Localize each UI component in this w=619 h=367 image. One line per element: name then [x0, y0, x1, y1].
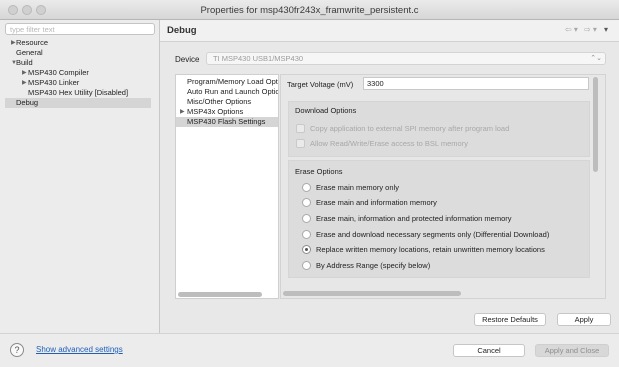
subnav-item-msp430-flash-settings[interactable]: MSP430 Flash Settings	[176, 117, 278, 127]
erase-options-group: Erase Options Erase main memory only Era…	[288, 160, 590, 278]
chevron-right-icon[interactable]: ▶	[11, 38, 17, 48]
radio-icon[interactable]	[302, 183, 311, 192]
tree-item-label: MSP430 Linker	[28, 78, 80, 87]
checkbox-icon[interactable]	[296, 139, 305, 148]
chevron-right-icon[interactable]: ▶	[22, 68, 28, 78]
by-address-range-radio[interactable]: By Address Range (specify below)	[302, 261, 430, 271]
tree-item-label: MSP430 Hex Utility [Disabled]	[28, 88, 129, 97]
differential-download-radio[interactable]: Erase and download necessary segments on…	[302, 230, 549, 240]
window-title: Properties for msp430fr243x_framwrite_pe…	[200, 5, 419, 16]
download-options-title: Download Options	[295, 106, 357, 115]
tree-item-msp430-compiler[interactable]: ▶ MSP430 Compiler	[5, 68, 151, 78]
tree-item-label: General	[16, 48, 43, 57]
option-label: Erase and download necessary segments on…	[316, 230, 550, 239]
radio-icon[interactable]	[302, 261, 311, 270]
option-label: Erase main, information and protected in…	[316, 214, 512, 223]
page-title: Debug	[167, 25, 197, 36]
option-label: Erase main and information memory	[316, 198, 437, 207]
option-label: By Address Range (specify below)	[316, 261, 431, 270]
forward-arrow-icon[interactable]: ⇨ ▾	[584, 25, 597, 34]
properties-tree: ▶ Resource General ▼ Build ▶ MSP430 Comp…	[5, 38, 151, 108]
subnav-item-label: Misc/Other Options	[187, 97, 252, 106]
help-icon[interactable]: ?	[10, 343, 24, 357]
subnav-item-label: MSP430 Flash Settings	[187, 117, 266, 126]
option-label: Allow Read/Write/Erase access to BSL mem…	[310, 139, 468, 148]
copy-to-spi-checkbox[interactable]: Copy application to external SPI memory …	[296, 124, 509, 134]
debug-category-list: Program/Memory Load Options Auto Run and…	[175, 74, 279, 299]
back-arrow-icon[interactable]: ⇦ ▾	[565, 25, 578, 34]
chevron-right-icon[interactable]: ▶	[22, 78, 28, 88]
tree-item-msp430-linker[interactable]: ▶ MSP430 Linker	[5, 78, 151, 88]
tree-item-build[interactable]: ▼ Build	[5, 58, 151, 68]
filter-field[interactable]	[5, 23, 155, 35]
radio-selected-icon[interactable]	[302, 245, 311, 254]
radio-icon[interactable]	[302, 198, 311, 207]
tree-item-label: Resource	[16, 38, 49, 47]
subnav-item-label: Program/Memory Load Options	[187, 77, 278, 86]
subnav-item-misc-other[interactable]: Misc/Other Options	[176, 97, 278, 107]
window-titlebar: Properties for msp430fr243x_framwrite_pe…	[0, 0, 619, 20]
settings-horizontal-scrollbar[interactable]	[283, 291, 461, 296]
replace-written-locations-radio[interactable]: Replace written memory locations, retain…	[302, 245, 545, 255]
tree-item-msp430-hex-utility[interactable]: MSP430 Hex Utility [Disabled]	[5, 88, 151, 98]
checkbox-icon[interactable]	[296, 124, 305, 133]
target-voltage-input[interactable]: 3300	[363, 77, 589, 90]
erase-main-info-protected-radio[interactable]: Erase main, information and protected in…	[302, 214, 512, 224]
option-label: Copy application to external SPI memory …	[310, 124, 510, 133]
subnav-item-label: Auto Run and Launch Options	[187, 87, 278, 96]
view-menu-icon[interactable]: ▾	[604, 25, 608, 34]
scrollbar-thumb[interactable]	[178, 292, 262, 297]
chevron-down-icon[interactable]: ▼	[11, 58, 17, 68]
download-options-group: Download Options Copy application to ext…	[288, 101, 590, 157]
flash-settings-panel: Target Voltage (mV) 3300 Download Option…	[280, 74, 606, 299]
tree-item-general[interactable]: General	[5, 48, 151, 58]
tree-item-resource[interactable]: ▶ Resource	[5, 38, 151, 48]
tree-item-label: MSP430 Compiler	[28, 68, 89, 77]
tree-item-debug[interactable]: Debug	[5, 98, 151, 108]
erase-options-title: Erase Options	[295, 167, 343, 176]
page-header: Debug ⇦ ▾ ⇨ ▾ ▾	[160, 20, 619, 42]
chevron-right-icon[interactable]: ▶	[180, 107, 185, 117]
subnav-horizontal-scrollbar[interactable]	[177, 292, 277, 297]
cancel-button[interactable]: Cancel	[453, 344, 525, 357]
subnav-item-label: MSP43x Options	[187, 107, 244, 116]
erase-main-only-radio[interactable]: Erase main memory only	[302, 183, 399, 193]
tree-item-label: Build	[16, 58, 33, 67]
subnav-item-msp43x-options[interactable]: ▶ MSP43x Options	[176, 107, 278, 117]
subnav-item-program-memory-load[interactable]: Program/Memory Load Options	[176, 77, 278, 87]
restore-defaults-button[interactable]: Restore Defaults	[474, 313, 546, 326]
updown-chevron-icon: ⌃⌄	[590, 55, 602, 62]
tree-item-label: Debug	[16, 98, 39, 107]
erase-main-info-radio[interactable]: Erase main and information memory	[302, 198, 437, 208]
bsl-access-checkbox[interactable]: Allow Read/Write/Erase access to BSL mem…	[296, 139, 468, 149]
apply-button[interactable]: Apply	[557, 313, 611, 326]
show-advanced-settings-link[interactable]: Show advanced settings	[36, 345, 123, 354]
target-voltage-label: Target Voltage (mV)	[287, 80, 354, 89]
settings-vertical-scrollbar[interactable]	[593, 77, 598, 172]
option-label: Replace written memory locations, retain…	[316, 245, 545, 254]
apply-and-close-button[interactable]: Apply and Close	[535, 344, 609, 357]
device-select[interactable]: TI MSP430 USB1/MSP430 ⌃⌄	[206, 52, 606, 65]
radio-icon[interactable]	[302, 214, 311, 223]
option-label: Erase main memory only	[316, 183, 399, 192]
radio-icon[interactable]	[302, 230, 311, 239]
device-label: Device	[175, 55, 200, 64]
device-select-value: TI MSP430 USB1/MSP430	[213, 54, 304, 63]
subnav-item-auto-run-launch[interactable]: Auto Run and Launch Options	[176, 87, 278, 97]
filter-input[interactable]	[6, 24, 154, 34]
